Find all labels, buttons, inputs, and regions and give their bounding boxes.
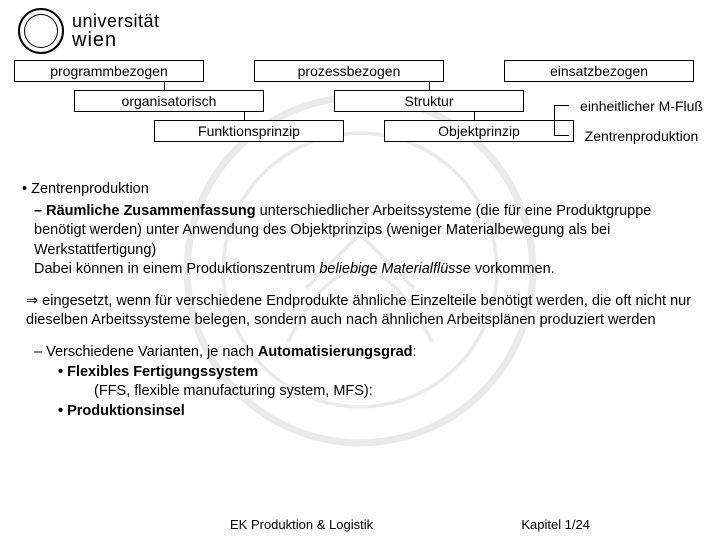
variants-block: – Verschiedene Varianten, je nach Automa… <box>34 343 698 421</box>
footer-left: EK Produktion & Logistik <box>230 517 373 532</box>
p1-line2b: vorkommen. <box>471 261 555 277</box>
p3-bold: Automatisierungsgrad <box>258 344 413 360</box>
box-funktionsprinzip: Funktionsprinzip <box>154 120 344 142</box>
footer: EK Produktion & Logistik Kapitel 1/24 <box>0 517 720 532</box>
connector-line <box>429 82 430 90</box>
box-programmbezogen: programmbezogen <box>14 60 204 82</box>
box-organisatorisch: organisatorisch <box>74 90 264 112</box>
p1-lead: – Räumliche Zusammenfassung <box>34 203 256 219</box>
box-prozessbezogen: prozessbezogen <box>254 60 444 82</box>
header: universität wien <box>0 0 720 58</box>
connector-line <box>244 112 245 120</box>
connector-line <box>554 135 569 136</box>
bullet-produktionsinsel: • Produktionsinsel <box>58 402 698 422</box>
p1-line2a: Dabei können in einem Produktionszentrum <box>34 261 319 277</box>
p3-lead: – Verschiedene Varianten, je nach <box>34 344 258 360</box>
footer-right: Kapitel 1/24 <box>521 517 590 532</box>
slide-content: • Zentrenproduktion – Räumliche Zusammen… <box>0 180 720 421</box>
bullet-flexibles: • Flexibles Fertigungssystem <box>58 363 698 383</box>
university-logo-text: universität wien <box>72 12 160 50</box>
p1-italic: beliebige Materialflüsse <box>319 261 471 277</box>
box-struktur: Struktur <box>334 90 524 112</box>
box-objektprinzip: Objektprinzip <box>384 120 574 142</box>
university-seal-icon <box>18 8 64 54</box>
p3-colon: : <box>413 344 417 360</box>
label-einheitlicher-mfluss: einheitlicher M-Fluß <box>569 95 714 117</box>
classification-diagram: programmbezogen prozessbezogen einsatzbe… <box>14 60 706 180</box>
variants-heading: – Verschiedene Varianten, je nach Automa… <box>34 343 698 363</box>
box-einsatzbezogen: einsatzbezogen <box>504 60 694 82</box>
label-zentrenproduktion: Zentrenproduktion <box>569 125 714 147</box>
paragraph-eingesetzt: ⇒ eingesetzt, wenn für verschiedene Endp… <box>26 292 698 331</box>
connector-line <box>474 112 475 120</box>
logo-line2: wien <box>72 30 160 50</box>
connector-line <box>554 105 569 106</box>
connector-line <box>164 82 165 90</box>
main-heading: • Zentrenproduktion <box>22 180 698 200</box>
connector-line <box>554 105 555 135</box>
logo-line1: universität <box>72 12 160 30</box>
paragraph-raeumliche: – Räumliche Zusammenfassung unterschiedl… <box>34 202 698 280</box>
flex-subtext: (FFS, flexible manufacturing system, MFS… <box>94 382 698 402</box>
